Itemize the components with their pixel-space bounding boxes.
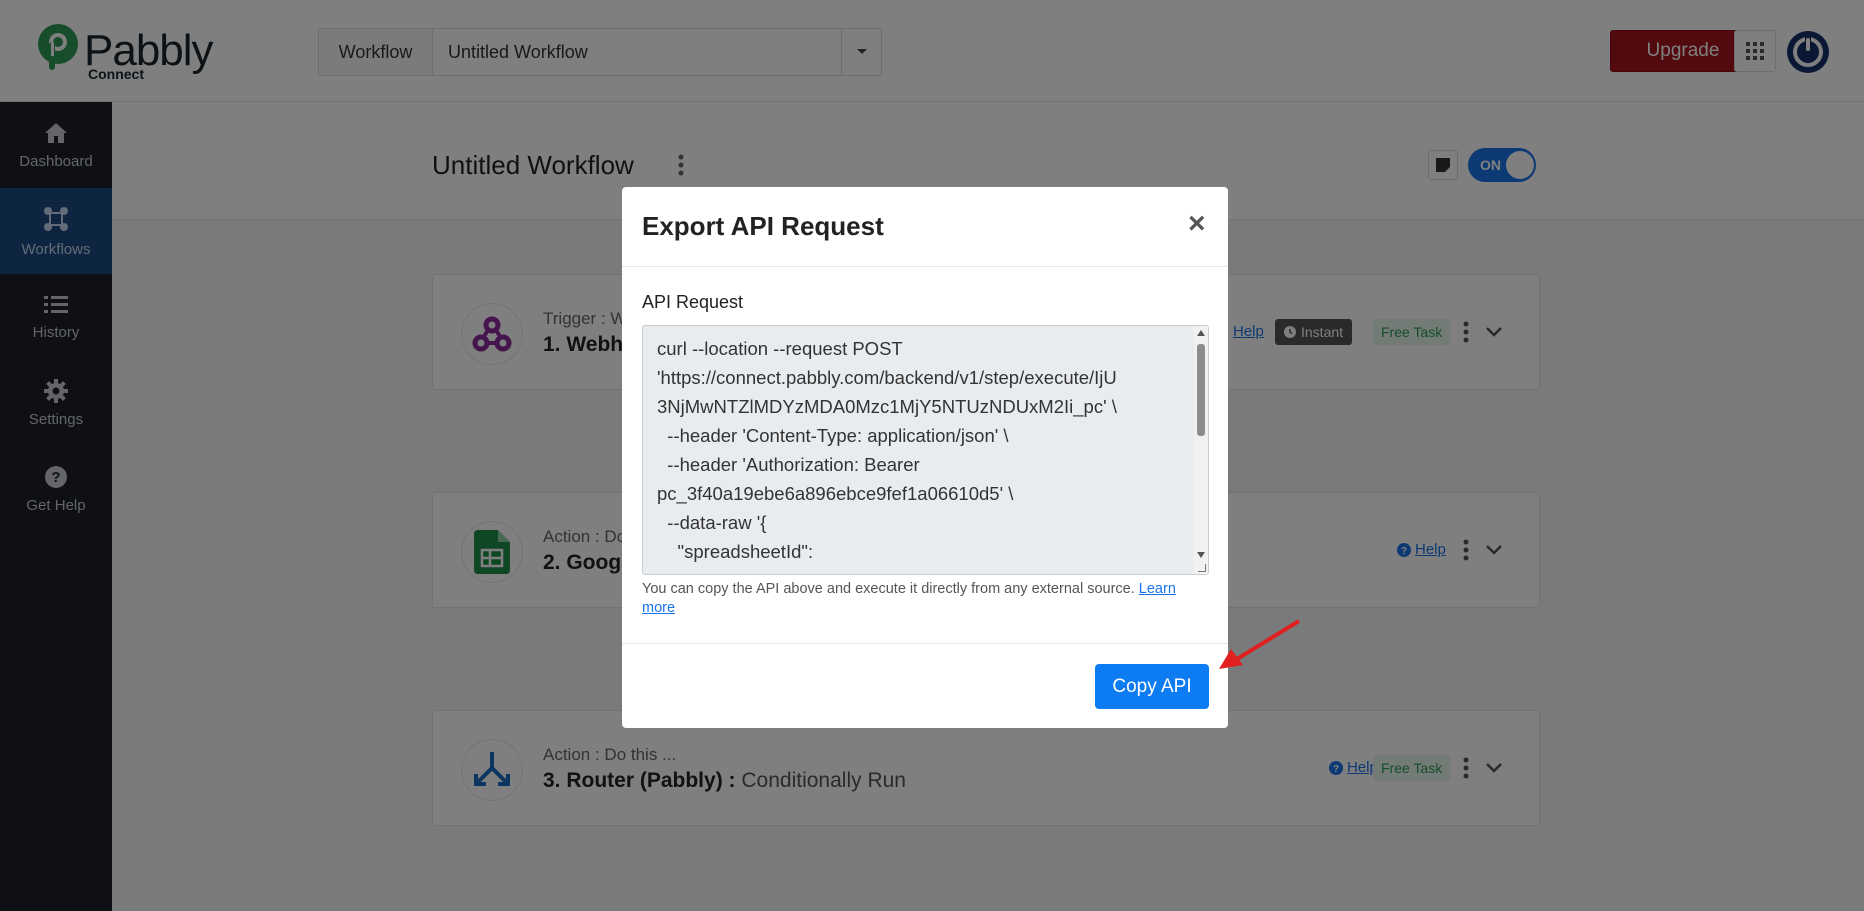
api-help-note-text: You can copy the API above and execute i… <box>642 581 1135 597</box>
scrollbar-thumb[interactable] <box>1197 344 1205 436</box>
export-api-modal: Export API Request × API Request curl --… <box>622 187 1228 728</box>
annotation-arrow-icon <box>1219 619 1301 669</box>
api-help-note: You can copy the API above and execute i… <box>642 580 1208 618</box>
copy-api-button[interactable]: Copy API <box>1095 664 1209 709</box>
modal-footer: Copy API <box>622 643 1228 728</box>
resize-handle[interactable] <box>1198 564 1206 572</box>
modal-header: Export API Request × <box>622 187 1228 267</box>
close-icon[interactable]: × <box>1188 209 1206 239</box>
scroll-up-arrow-icon[interactable] <box>1197 330 1205 336</box>
api-request-textarea[interactable]: curl --location --request POST 'https://… <box>642 325 1209 575</box>
modal-title: Export API Request <box>642 211 884 241</box>
api-request-text: curl --location --request POST 'https://… <box>657 338 1117 562</box>
scroll-down-arrow-icon[interactable] <box>1197 552 1205 558</box>
textarea-scrollbar[interactable] <box>1194 326 1208 574</box>
api-request-label: API Request <box>642 292 744 312</box>
